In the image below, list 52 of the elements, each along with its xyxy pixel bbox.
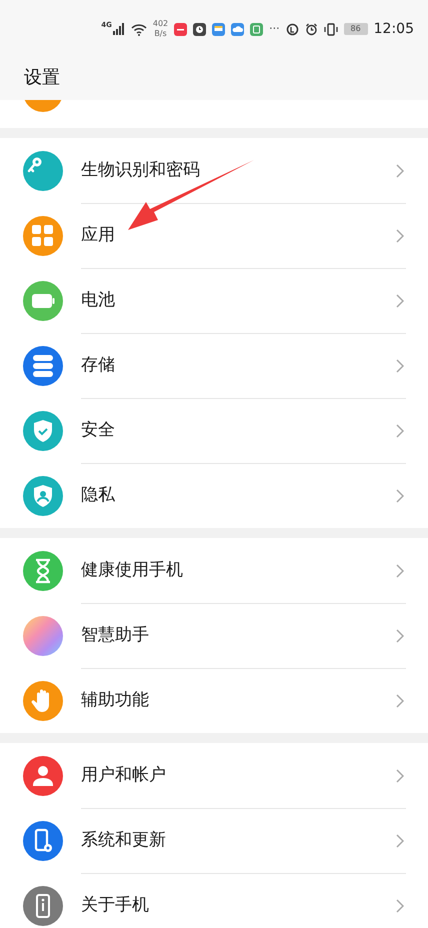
settings-item[interactable]: 隐私 [0,463,428,528]
settings-item[interactable]: 存储 [0,333,428,398]
settings-item[interactable]: 智慧助手 [0,603,428,668]
speed-unit: B/s [154,29,167,39]
chevron-right-icon [396,768,404,782]
settings-item[interactable]: 关于手机 [0,873,428,928]
app-notification-icon [174,22,188,36]
chevron-right-icon [396,628,404,642]
settings-item[interactable]: 电池 [0,268,428,333]
item-label: 电池 [81,288,116,312]
item-label: 隐私 [81,484,116,507]
status-time: 12:05 [374,20,414,38]
settings-item[interactable]: 安全 [0,398,428,463]
chevron-right-icon [396,898,404,912]
settings-item[interactable]: 系统和更新 [0,808,428,873]
chevron-right-icon [396,694,404,708]
item-label: 安全 [81,418,116,442]
cloud-notification-icon [231,22,244,36]
page-title: 设置 [23,66,61,90]
settings-item[interactable]: 辅助功能 [0,668,428,733]
chevron-right-icon [396,564,404,578]
clock-notification-icon [193,22,206,36]
vibrate-icon [324,22,338,36]
item-label: 应用 [81,224,116,247]
wifi-icon [130,22,147,36]
item-label: 健康使用手机 [81,558,184,582]
item-label: 辅助功能 [81,688,150,712]
network-speed: 402 [152,19,168,29]
chevron-right-icon [396,834,404,848]
battery-indicator: 86 [344,23,368,35]
more-notifications-indicator: ··· [269,20,280,37]
item-label: 智慧助手 [81,624,150,647]
signal-icon [112,23,125,35]
app-notification-icon [250,22,264,36]
chevron-right-icon [396,228,404,242]
item-label: 生物识别和密码 [81,158,201,182]
chevron-right-icon [396,164,404,178]
gradient-orb-icon [23,616,63,656]
alarm-icon [304,22,318,36]
chevron-right-icon [396,358,404,372]
screen-notification-icon [212,22,226,36]
item-label: 用户和帐户 [81,764,167,787]
chevron-right-icon [396,294,404,308]
settings-item[interactable]: 健康使用手机 [0,538,428,603]
chevron-right-icon [396,424,404,438]
data-saver-icon [286,22,299,36]
settings-item[interactable]: 生物识别和密码 [0,138,428,203]
chevron-right-icon [396,488,404,502]
item-label: 存储 [81,354,116,377]
item-label: 关于手机 [81,894,150,917]
item-label: 系统和更新 [81,828,167,852]
settings-item[interactable]: 用户和帐户 [0,743,428,808]
